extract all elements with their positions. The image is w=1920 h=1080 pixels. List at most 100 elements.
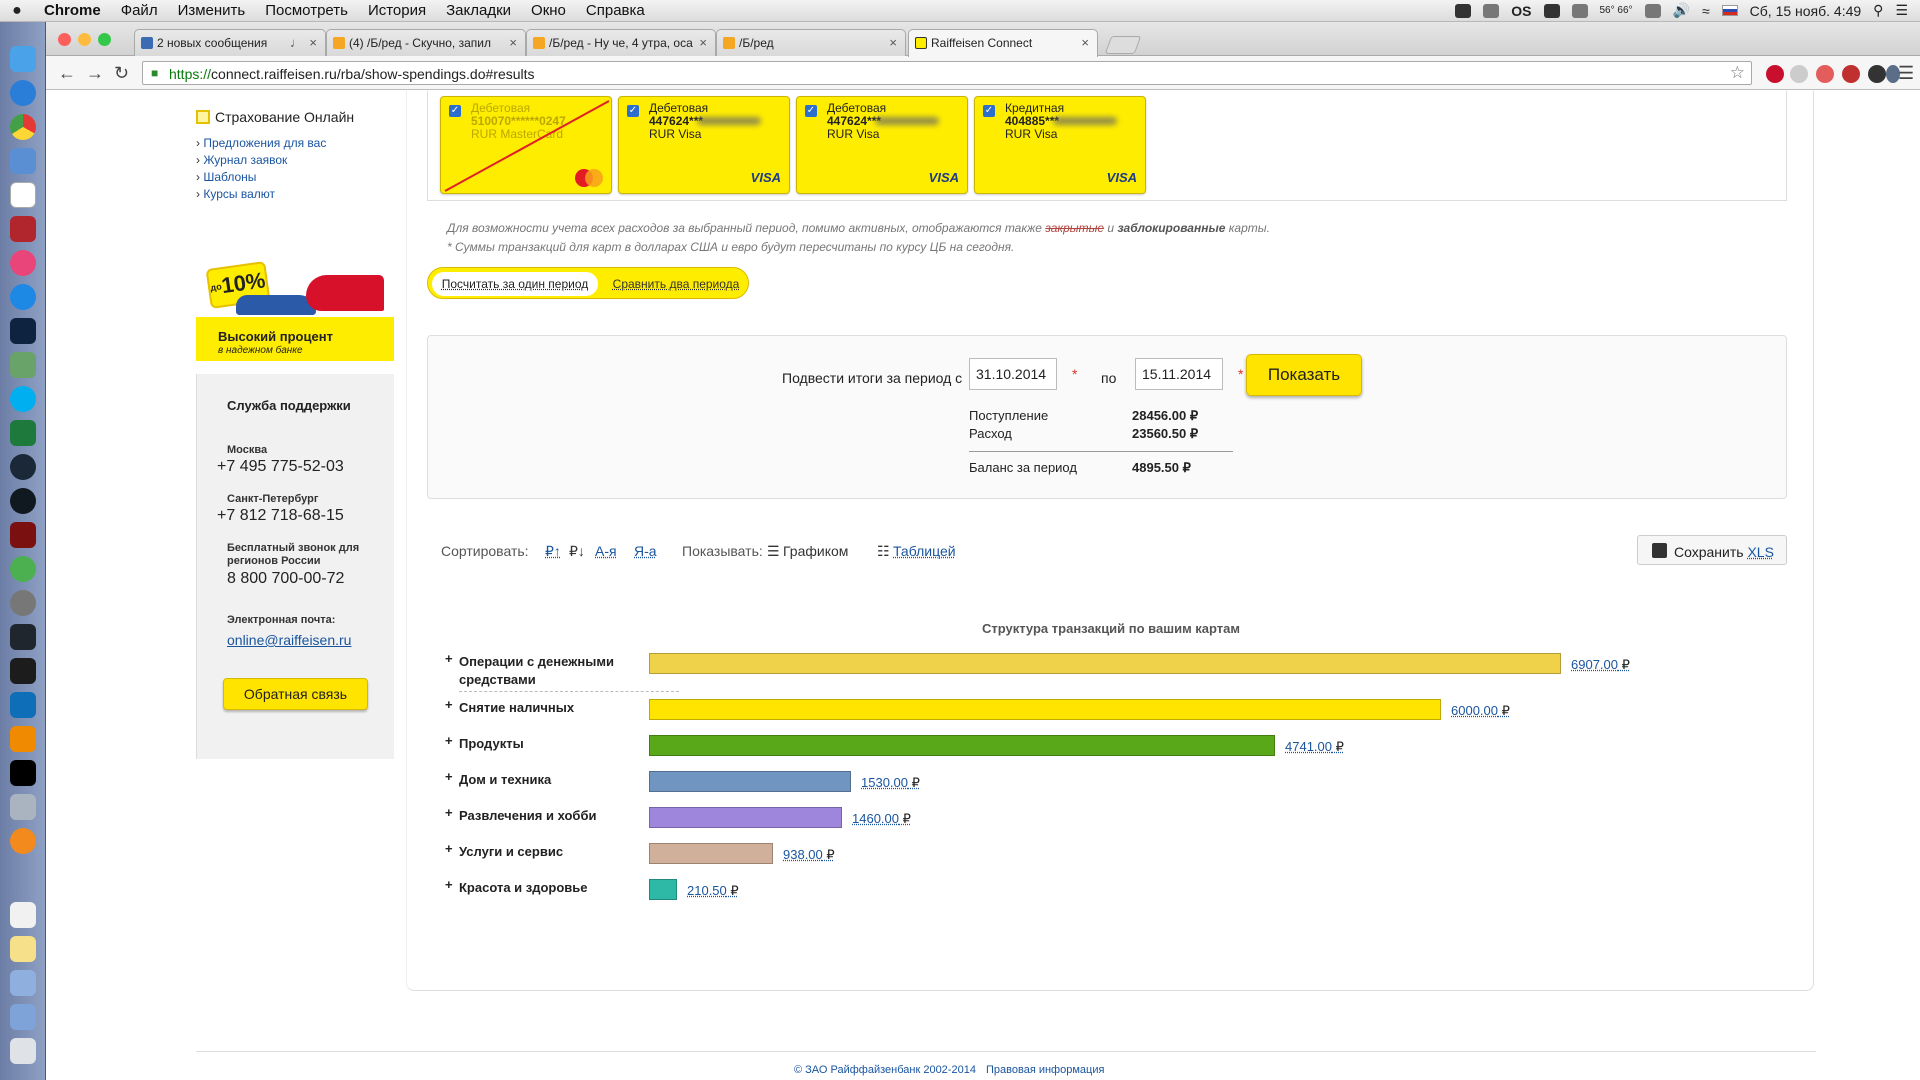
menu-edit[interactable]: Изменить [168,2,256,19]
chart-category-label[interactable]: Красота и здоровье [459,879,679,897]
tray-cloud-icon[interactable] [1483,3,1500,18]
expand-plus-icon[interactable]: + [445,769,453,784]
support-email-link[interactable]: online@raiffeisen.ru [227,632,351,648]
skype-icon[interactable] [10,386,36,412]
reload-icon[interactable]: ↻ [114,63,129,84]
chart-bar[interactable] [649,653,1561,674]
show-button[interactable]: Показать [1246,354,1362,396]
chart-value-label[interactable]: 4741.00 ₽ [1285,739,1344,755]
menu-view[interactable]: Посмотреть [255,2,358,19]
photoshop-icon[interactable] [10,318,36,344]
extension-red-icon[interactable] [1816,65,1834,83]
menu-window[interactable]: Окно [521,2,576,19]
expand-plus-icon[interactable]: + [445,651,453,666]
folder-icon[interactable] [10,970,36,996]
notification-center-icon[interactable]: ☰ [1895,2,1908,19]
sidebar-link-requests-log[interactable]: Журнал заявок [196,152,326,169]
finder-icon[interactable] [10,46,36,72]
sort-amount-asc-link[interactable]: ₽↑ [545,543,561,560]
bookmark-star-icon[interactable]: ☆ [1730,63,1745,83]
menu-bookmarks[interactable]: Закладки [436,2,521,19]
tray-app-icon[interactable] [1455,3,1472,18]
shield-extension-icon[interactable] [1790,65,1808,83]
safari-icon[interactable] [10,80,36,106]
chrome-icon[interactable] [10,114,36,140]
chart-value-label[interactable]: 6907.00 ₽ [1571,657,1630,673]
save-xls-button[interactable]: Сохранить XLS [1637,535,1787,565]
view-table-link[interactable]: Таблицей [893,543,956,559]
chart-value-label[interactable]: 6000.00 ₽ [1451,703,1510,719]
excel-icon[interactable] [10,420,36,446]
menu-help[interactable]: Справка [576,2,655,19]
chart-value-label[interactable]: 210.50 ₽ [687,883,739,899]
close-window-button[interactable] [58,33,71,46]
card-visa-debit-2[interactable]: ✓ Дебетовая 447624*** RUR Visa VISA [796,96,968,194]
new-tab-button[interactable] [1104,36,1142,54]
tray-temperature[interactable]: 56° 66° [1600,5,1633,16]
utorrent-icon[interactable] [10,556,36,582]
tray-fan-icon[interactable] [1644,3,1661,18]
sidebar-link-exchange-rates[interactable]: Курсы валют [196,186,326,203]
sort-az-link[interactable]: А-я [595,543,617,559]
chart-category-label[interactable]: Услуги и сервис [459,843,679,861]
date-to-input[interactable]: 15.11.2014 [1135,358,1223,390]
chart-bar[interactable] [649,843,773,864]
extension-lastpass-icon[interactable] [1842,65,1860,83]
one-period-tab[interactable]: Посчитать за один период [432,272,598,296]
browser-tab-2[interactable]: (4) /Б/ред - Скучно, запил × [326,29,526,56]
activity-monitor-icon[interactable] [10,658,36,684]
promo-banner[interactable]: до10% Высокий процент в надежном банке [196,261,394,361]
trash-icon[interactable] [10,1038,36,1064]
chart-bar[interactable] [649,807,842,828]
calendar-icon[interactable] [10,182,36,208]
chart-bar[interactable] [649,699,1441,720]
chart-category-label[interactable]: Операции с денежными средствами [459,653,679,692]
close-tab-icon[interactable]: × [699,35,707,50]
chart-category-label[interactable]: Продукты [459,735,679,753]
zoom-window-button[interactable] [98,33,111,46]
input-flag-icon[interactable] [1721,5,1738,16]
sort-za-link[interactable]: Я-а [634,543,657,559]
mail-icon[interactable] [10,148,36,174]
expand-plus-icon[interactable]: + [445,841,453,856]
card-visa-credit[interactable]: ✓ Кредитная 404885*** RUR Visa VISA [974,96,1146,194]
browser-tab-1[interactable]: 2 новых сообщения ♩ × [134,29,326,56]
chart-value-label[interactable]: 1460.00 ₽ [852,811,911,827]
expand-plus-icon[interactable]: + [445,697,453,712]
teamviewer-icon[interactable] [10,692,36,718]
chart-category-label[interactable]: Снятие наличных [459,699,679,717]
close-tab-icon[interactable]: × [1081,35,1089,50]
card-visa-debit-1[interactable]: ✓ Дебетовая 447624*** RUR Visa VISA [618,96,790,194]
back-icon[interactable]: ← [58,63,76,84]
legal-info-link[interactable]: Правовая информация [986,1064,1104,1076]
tray-drive-icon[interactable] [1543,3,1560,18]
forward-icon[interactable]: → [86,63,104,84]
volume-icon[interactable]: 🔊 [1673,2,1690,19]
app-store-icon[interactable] [10,284,36,310]
adblock-extension-icon[interactable] [1766,65,1784,83]
wifi-icon[interactable]: ≈ [1702,3,1710,19]
apple-icon[interactable]: ● [0,2,34,20]
date-from-input[interactable]: 31.10.2014 [969,358,1057,390]
clock-app-icon[interactable] [10,488,36,514]
system-preferences-icon[interactable] [10,590,36,616]
tray-os-label[interactable]: OS [1511,3,1531,19]
chart-bar[interactable] [649,771,851,792]
document-icon[interactable] [10,902,36,928]
chart-category-label[interactable]: Дом и техника [459,771,679,789]
minimize-window-button[interactable] [78,33,91,46]
browser-tab-3[interactable]: /Б/ред - Ну че, 4 утра, оса × [526,29,716,56]
launchpad-icon[interactable] [10,624,36,650]
expand-plus-icon[interactable]: + [445,805,453,820]
card-checkbox[interactable]: ✓ [805,105,817,117]
chart-category-label[interactable]: Развлечения и хобби [459,807,679,825]
secure-lock-icon[interactable]: ■ [151,66,158,80]
view-chart-option[interactable]: Графиком [783,543,848,559]
spotlight-search-icon[interactable]: ⚲ [1873,2,1883,19]
photo-booth-icon[interactable] [10,216,36,242]
notes-icon[interactable] [10,936,36,962]
insurance-link[interactable]: Страхование Онлайн [196,109,354,125]
disk-utility-icon[interactable] [10,794,36,820]
chrome-menu-icon[interactable]: ☰ [1898,63,1914,84]
feedback-button[interactable]: Обратная связь [223,678,368,710]
